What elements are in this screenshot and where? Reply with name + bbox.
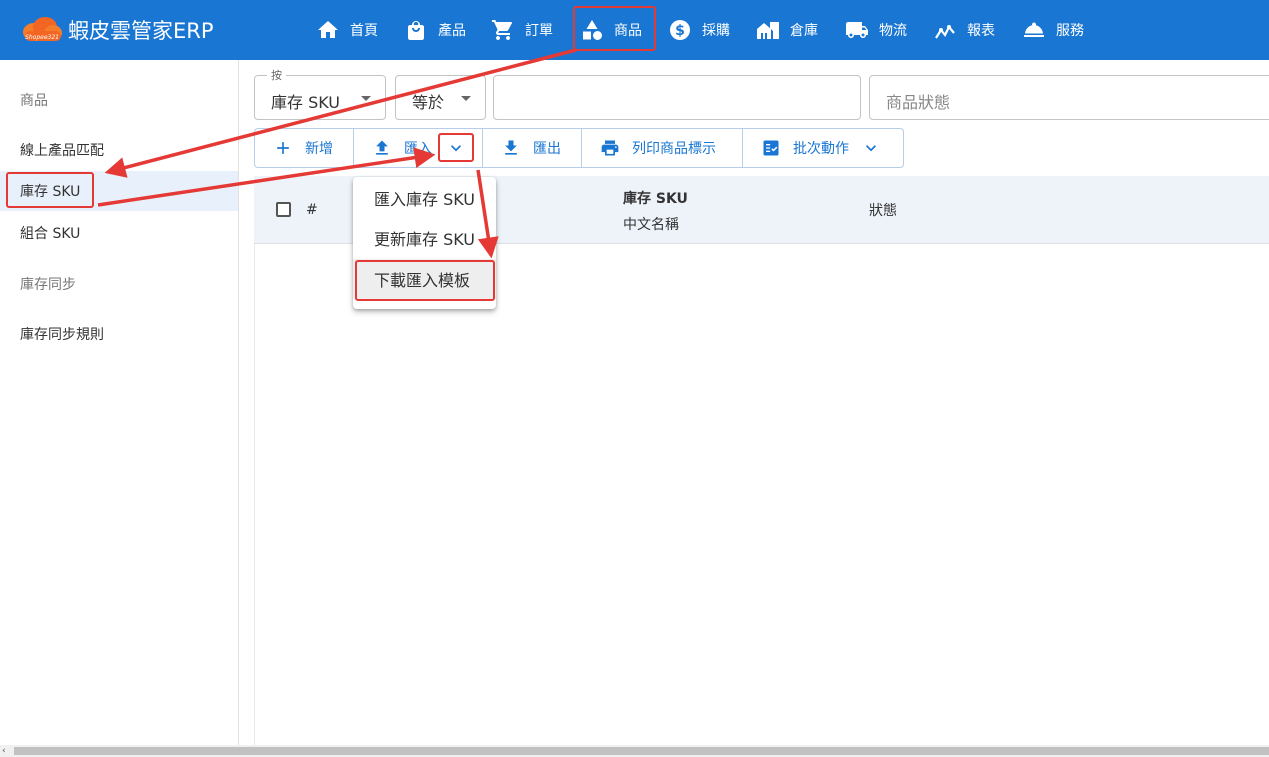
- shopee-cloud-logo-icon: Shopee321: [20, 15, 64, 45]
- sidebar-item-inventory-sync-rules[interactable]: 庫存同步規則: [0, 314, 238, 354]
- horizontal-scrollbar[interactable]: ‹: [0, 745, 1269, 757]
- brand[interactable]: Shopee321 蝦皮雲管家ERP: [20, 14, 214, 46]
- highlight-box-nav: [573, 6, 656, 51]
- sidebar-item-combo-sku[interactable]: 組合 SKU: [0, 213, 238, 253]
- add-button-label: 新增: [305, 141, 333, 157]
- import-button-label: 匯入: [404, 141, 432, 157]
- scroll-left-icon[interactable]: ‹: [2, 745, 6, 757]
- caret-down-icon: [461, 96, 471, 101]
- home-icon: [318, 21, 338, 38]
- nav-label: 倉庫: [790, 23, 818, 39]
- highlight-box-dropdown-toggle: [438, 133, 474, 162]
- chart-icon: [935, 25, 955, 39]
- print-label-button-label: 列印商品標示: [632, 141, 716, 157]
- sidebar: 商品 線上產品匹配 庫存 SKU 組合 SKU 庫存同步 庫存同步規則: [0, 60, 239, 745]
- table-body: [254, 244, 1269, 745]
- nav-reports[interactable]: 報表: [933, 10, 995, 50]
- truck-icon: [846, 22, 868, 38]
- menu-item-update-sku[interactable]: 更新庫存 SKU: [353, 218, 496, 258]
- nav-home[interactable]: 首頁: [316, 10, 378, 50]
- highlight-box-sidebar: [6, 172, 94, 208]
- nav-purchasing[interactable]: $ 採購: [668, 10, 730, 50]
- batch-actions-button[interactable]: 批次動作: [743, 129, 903, 167]
- header-chinese-name[interactable]: 中文名稱: [623, 214, 679, 234]
- batch-actions-label: 批次動作: [793, 141, 849, 157]
- nav-orders[interactable]: 訂單: [491, 10, 553, 50]
- nav-products[interactable]: 產品: [404, 10, 466, 50]
- scrollbar-thumb[interactable]: [14, 747, 1269, 755]
- chevron-down-icon: [866, 145, 876, 152]
- nav-label: 報表: [967, 23, 995, 39]
- export-button[interactable]: 匯出: [483, 129, 582, 167]
- warehouse-icon: [757, 22, 779, 39]
- add-button[interactable]: 新增: [255, 129, 354, 167]
- filter-field-value: 庫存 SKU: [271, 93, 341, 112]
- sidebar-item-inventory-sync[interactable]: 庫存同步: [0, 264, 238, 304]
- export-button-label: 匯出: [533, 141, 561, 157]
- print-label-button[interactable]: 列印商品標示: [582, 129, 743, 167]
- product-status-select[interactable]: 商品狀態: [869, 75, 1269, 120]
- highlight-box-menu-item: [355, 260, 495, 301]
- nav-service[interactable]: 服務: [1022, 10, 1084, 50]
- nav-label: 物流: [879, 23, 907, 39]
- header-inventory-sku[interactable]: 庫存 SKU: [623, 188, 688, 208]
- select-all-checkbox[interactable]: [276, 202, 291, 217]
- sidebar-item-merchandise[interactable]: 商品: [0, 80, 238, 120]
- sidebar-item-online-product-match[interactable]: 線上產品匹配: [0, 130, 238, 170]
- printer-icon: [601, 140, 619, 156]
- plus-icon: [277, 142, 289, 154]
- svg-text:$: $: [675, 23, 685, 39]
- cart-icon: [492, 20, 512, 40]
- filter-search-input[interactable]: [493, 75, 861, 120]
- filter-field-label: 按: [267, 67, 286, 83]
- main-content: 按 庫存 SKU 等於 商品狀態 新增 匯入 匯出 列印商品標示 批次動作 # …: [239, 60, 1269, 745]
- nav-label: 採購: [702, 23, 730, 39]
- nav-warehouse[interactable]: 倉庫: [756, 10, 818, 50]
- header-status[interactable]: 狀態: [869, 200, 897, 220]
- checklist-icon: [763, 140, 779, 156]
- filter-operator-select[interactable]: 等於: [395, 75, 486, 120]
- header-index: #: [306, 202, 318, 218]
- product-status-placeholder: 商品狀態: [886, 93, 951, 112]
- download-icon: [505, 140, 517, 155]
- app-title: 蝦皮雲管家ERP: [68, 19, 214, 43]
- nav-label: 服務: [1056, 23, 1084, 39]
- bag-icon: [408, 21, 424, 40]
- filter-operator-value: 等於: [412, 93, 445, 112]
- svg-text:Shopee321: Shopee321: [25, 34, 59, 41]
- menu-item-import-sku[interactable]: 匯入庫存 SKU: [353, 178, 496, 218]
- action-toolbar: 新增 匯入 匯出 列印商品標示 批次動作: [254, 128, 904, 168]
- nav-label: 首頁: [350, 23, 378, 39]
- nav-logistics[interactable]: 物流: [845, 10, 907, 50]
- dollar-icon: $: [670, 20, 690, 40]
- nav-label: 訂單: [525, 23, 553, 39]
- filter-field-select[interactable]: 按 庫存 SKU: [254, 67, 386, 120]
- nav-label: 產品: [438, 23, 466, 39]
- upload-icon: [376, 140, 388, 155]
- caret-down-icon: [361, 96, 371, 101]
- service-bell-icon: [1024, 22, 1044, 37]
